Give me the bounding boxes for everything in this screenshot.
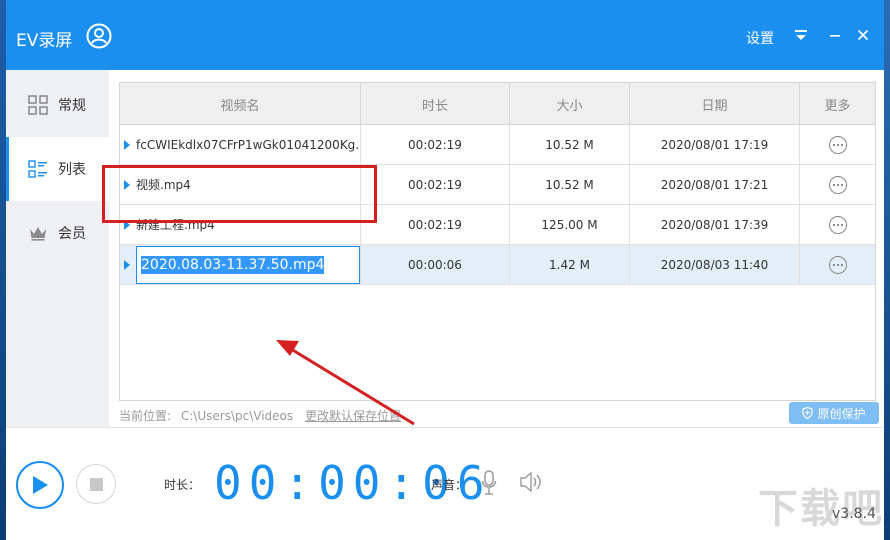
sidebar-item-label: 列表: [58, 162, 86, 178]
minimize-icon[interactable]: [824, 22, 846, 48]
dropdown-menu-icon[interactable]: [790, 22, 812, 48]
column-header-size[interactable]: 大小: [510, 83, 630, 125]
video-size: 10.52 M: [510, 165, 630, 204]
more-options-icon[interactable]: [828, 175, 847, 194]
video-duration: 00:02:19: [361, 205, 510, 244]
sidebar-item-list[interactable]: 列表: [6, 137, 109, 201]
shield-icon: [802, 407, 814, 419]
rename-input[interactable]: 2020.08.03-11.37.50.mp4: [136, 245, 360, 284]
sound-label: 声音：: [431, 478, 468, 492]
record-play-button[interactable]: [16, 461, 64, 509]
column-header-duration[interactable]: 时长: [361, 83, 510, 125]
video-duration: 00:00:06: [361, 245, 510, 284]
video-size: 1.42 M: [510, 245, 630, 284]
expand-triangle-icon[interactable]: [124, 139, 130, 150]
sidebar-item-membership[interactable]: 会员: [6, 201, 109, 265]
video-date: 2020/08/01 17:19: [630, 125, 800, 164]
sidebar-item-general[interactable]: 常规: [6, 73, 109, 137]
sidebar-item-label: 常规: [58, 98, 86, 114]
desktop-background-right: [884, 0, 890, 540]
column-header-name[interactable]: 视频名: [120, 83, 361, 125]
rename-input-selected-text: 2020.08.03-11.37.50.mp4: [141, 255, 325, 274]
table-row-selected[interactable]: 2020.08.03-11.37.50.mp4 00:00:06 1.42 M …: [120, 245, 875, 285]
grid-icon: [28, 95, 48, 115]
more-options-icon[interactable]: [828, 135, 847, 154]
table-header: 视频名 时长 大小 日期 更多: [120, 83, 875, 125]
speaker-icon[interactable]: [519, 471, 543, 493]
video-size: 125.00 M: [510, 205, 630, 244]
video-list-panel: 视频名 时长 大小 日期 更多 fcCWIEkdlx07CFrP1wGk0104…: [109, 70, 884, 427]
app-window: EV录屏 设置 常规 列表 会员 视频名 时长 大小 日期 更多 fcCWIEk…: [6, 0, 884, 540]
play-icon: [33, 476, 48, 494]
more-options-icon[interactable]: [828, 215, 847, 234]
crown-icon: [28, 223, 48, 243]
column-header-more: 更多: [824, 98, 851, 114]
save-location-bar: 当前位置: C:\Users\pc\Videos 更改默认保存位置: [119, 407, 401, 424]
original-protection-button[interactable]: 原创保护: [789, 402, 879, 424]
list-icon: [28, 159, 48, 179]
title-bar: EV录屏 设置: [6, 0, 884, 70]
settings-button[interactable]: 设置: [746, 28, 774, 48]
stop-button[interactable]: [76, 464, 116, 504]
microphone-icon[interactable]: [481, 470, 497, 496]
original-protection-label: 原创保护: [817, 406, 866, 421]
change-save-location-link[interactable]: 更改默认保存位置: [305, 409, 401, 423]
video-duration: 00:02:19: [361, 165, 510, 204]
stop-icon: [89, 477, 103, 491]
sidebar-item-label: 会员: [58, 226, 86, 242]
sidebar: 常规 列表 会员: [6, 70, 109, 427]
expand-triangle-icon[interactable]: [124, 259, 130, 270]
video-name: fcCWIEkdlx07CFrP1wGk01041200Kg...: [136, 137, 360, 152]
recording-control-bar: 时长： 00:00:06 声音： 下载吧 v3.8.4: [6, 427, 884, 540]
more-options-icon[interactable]: [828, 255, 847, 274]
close-icon[interactable]: [852, 22, 874, 48]
user-account-icon[interactable]: [86, 23, 112, 49]
video-size: 10.52 M: [510, 125, 630, 164]
highlight-box: [102, 165, 377, 223]
video-date: 2020/08/01 17:39: [630, 205, 800, 244]
watermark-logo: 下载吧: [758, 486, 884, 532]
video-date: 2020/08/01 17:21: [630, 165, 800, 204]
version-label: v3.8.4: [832, 506, 876, 522]
duration-label: 时长：: [164, 478, 201, 492]
video-date: 2020/08/03 11:40: [630, 245, 800, 284]
video-duration: 00:02:19: [361, 125, 510, 164]
save-location-path: C:\Users\pc\Videos: [180, 409, 294, 423]
app-title: EV录屏: [16, 31, 73, 51]
save-location-label: 当前位置:: [119, 409, 172, 423]
video-table: 视频名 时长 大小 日期 更多 fcCWIEkdlx07CFrP1wGk0104…: [119, 82, 876, 401]
column-header-date[interactable]: 日期: [630, 83, 800, 125]
table-row[interactable]: fcCWIEkdlx07CFrP1wGk01041200Kg... 00:02:…: [120, 125, 875, 165]
